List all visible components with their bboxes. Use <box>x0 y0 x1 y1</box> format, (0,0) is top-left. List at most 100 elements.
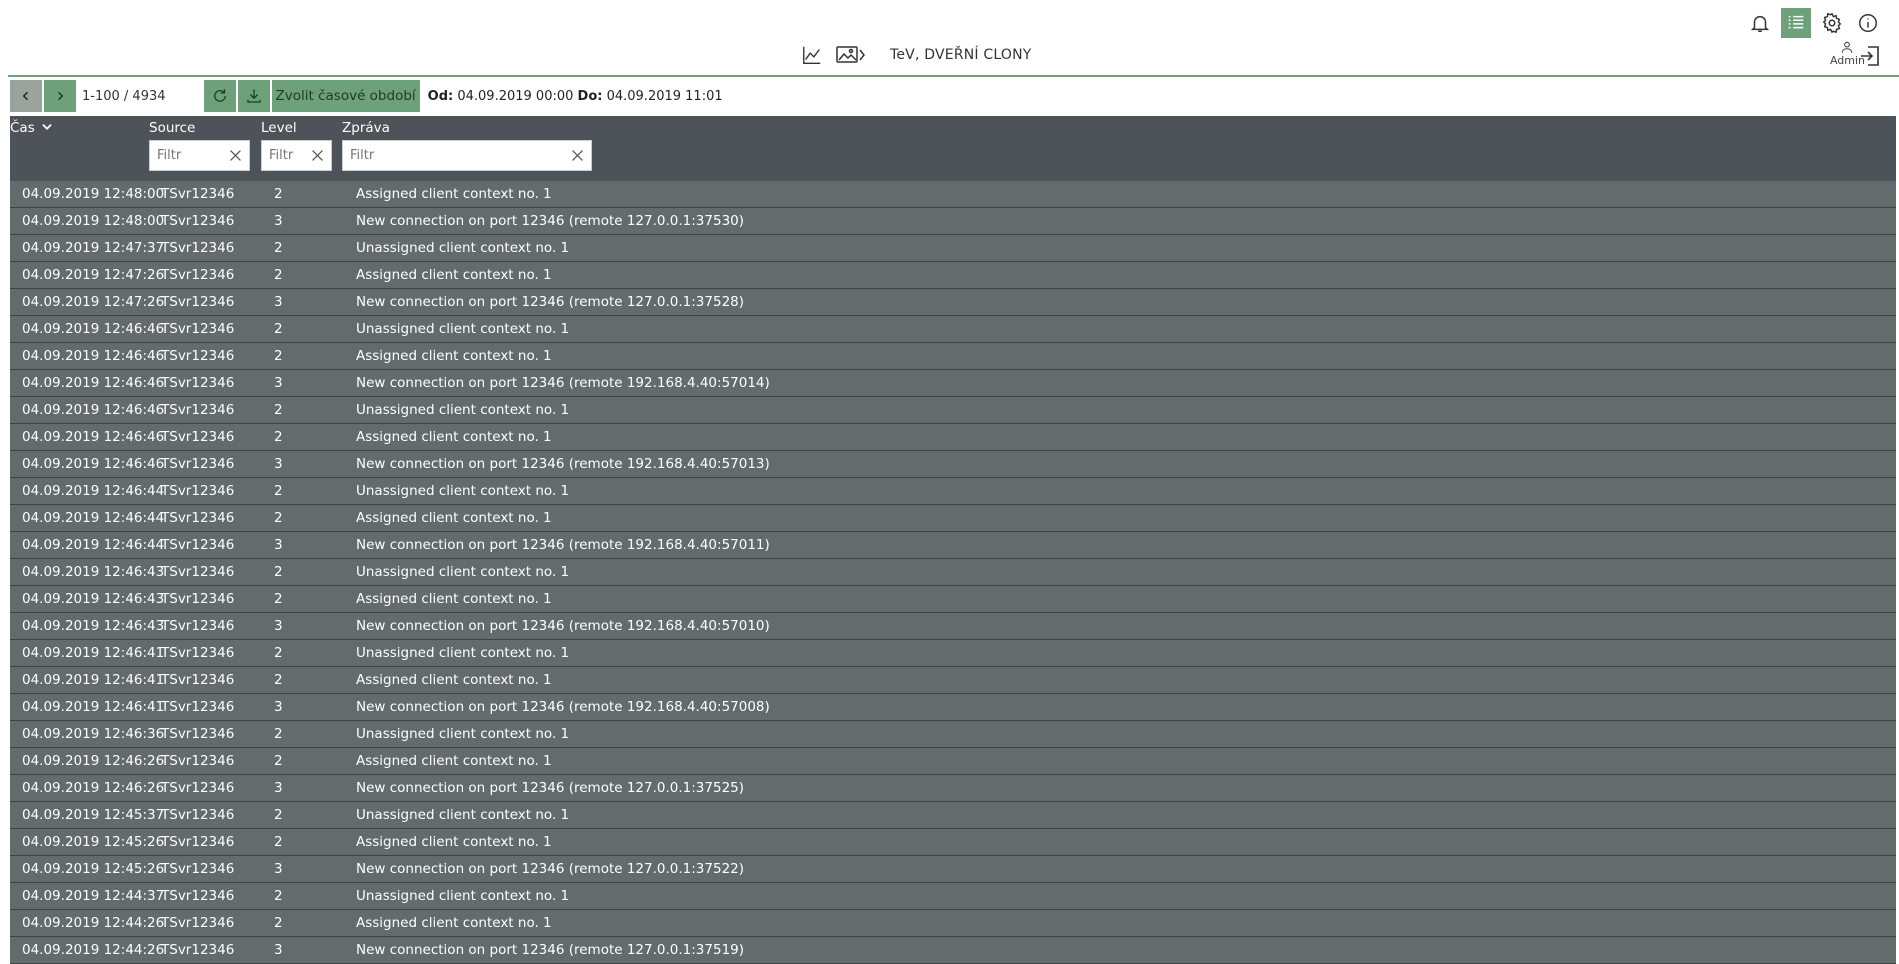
bell-icon[interactable] <box>1745 8 1775 38</box>
table-row[interactable]: 04.09.2019 12:46:46 TSvr12346 3 New connect… <box>10 451 1896 478</box>
table-row[interactable]: 04.09.2019 12:46:26 TSvr12346 3 New connect… <box>10 775 1896 802</box>
download-button[interactable] <box>237 80 270 112</box>
cell-level: 3 <box>274 618 283 634</box>
cell-source: TSvr12346 <box>161 321 235 337</box>
table-row[interactable]: 04.09.2019 12:46:43 TSvr12346 2 Assigned cl… <box>10 586 1896 613</box>
cell-level: 2 <box>274 240 283 256</box>
table-row[interactable]: 04.09.2019 12:47:37 TSvr12346 2 Unassigned … <box>10 235 1896 262</box>
cell-source: TSvr12346 <box>161 402 235 418</box>
cell-source: TSvr12346 <box>161 213 235 229</box>
cell-level: 2 <box>274 267 283 283</box>
cell-source: TSvr12346 <box>161 294 235 310</box>
level-filter <box>261 140 332 171</box>
to-label: Do: <box>577 88 603 104</box>
cell-message: Assigned client context no. 1 <box>356 591 552 607</box>
table-row[interactable]: 04.09.2019 12:48:00 TSvr12346 3 New connect… <box>10 208 1896 235</box>
toolbar: 1-100 / 4934 Zvolit časové období Od: 04… <box>10 80 1899 112</box>
table-row[interactable]: 04.09.2019 12:44:26 TSvr12346 3 New connect… <box>10 937 1896 964</box>
table-row[interactable]: 04.09.2019 12:46:46 TSvr12346 2 Assigned cl… <box>10 424 1896 451</box>
cell-message: Unassigned client context no. 1 <box>356 483 570 499</box>
table-row[interactable]: 04.09.2019 12:46:46 TSvr12346 2 Assigned cl… <box>10 343 1896 370</box>
cell-source: TSvr12346 <box>161 591 235 607</box>
chevron-down-icon[interactable] <box>39 120 55 134</box>
next-page-button[interactable] <box>44 80 76 112</box>
table-row[interactable]: 04.09.2019 12:46:46 TSvr12346 3 New connect… <box>10 370 1896 397</box>
cell-level: 2 <box>274 483 283 499</box>
cell-level: 2 <box>274 564 283 580</box>
message-filter-input[interactable] <box>343 141 591 170</box>
table-row[interactable]: 04.09.2019 12:46:44 TSvr12346 2 Unassigned … <box>10 478 1896 505</box>
cell-message: New connection on port 12346 (remote 192… <box>356 375 770 391</box>
cell-time: 04.09.2019 12:46:46 <box>22 375 165 391</box>
cell-level: 2 <box>274 402 283 418</box>
table-row[interactable]: 04.09.2019 12:46:41 TSvr12346 3 New connect… <box>10 694 1896 721</box>
cell-time: 04.09.2019 12:44:37 <box>22 888 165 904</box>
cell-time: 04.09.2019 12:45:26 <box>22 834 165 850</box>
cell-level: 2 <box>274 915 283 931</box>
cell-source: TSvr12346 <box>161 483 235 499</box>
picture-arrow-icon[interactable] <box>834 44 868 66</box>
to-value: 04.09.2019 11:01 <box>606 88 723 104</box>
table-row[interactable]: 04.09.2019 12:46:41 TSvr12346 2 Assigned cl… <box>10 667 1896 694</box>
table-row[interactable]: 04.09.2019 12:46:46 TSvr12346 2 Unassigned … <box>10 316 1896 343</box>
table-row[interactable]: 04.09.2019 12:45:26 TSvr12346 2 Assigned cl… <box>10 829 1896 856</box>
cell-source: TSvr12346 <box>161 915 235 931</box>
table-row[interactable]: 04.09.2019 12:46:44 TSvr12346 2 Assigned cl… <box>10 505 1896 532</box>
cell-level: 3 <box>274 861 283 877</box>
cell-source: TSvr12346 <box>161 267 235 283</box>
list-icon[interactable] <box>1781 8 1811 38</box>
column-header-time[interactable]: Čas <box>10 120 55 136</box>
logout-icon[interactable] <box>1857 44 1883 68</box>
table-row[interactable]: 04.09.2019 12:44:37 TSvr12346 2 Unassigned … <box>10 883 1896 910</box>
cell-level: 3 <box>274 537 283 553</box>
table-row[interactable]: 04.09.2019 12:46:46 TSvr12346 2 Unassigned … <box>10 397 1896 424</box>
table-row[interactable]: 04.09.2019 12:47:26 TSvr12346 3 New connect… <box>10 289 1896 316</box>
cell-source: TSvr12346 <box>161 456 235 472</box>
table-row[interactable]: 04.09.2019 12:46:26 TSvr12346 2 Assigned cl… <box>10 748 1896 775</box>
cell-time: 04.09.2019 12:46:41 <box>22 699 165 715</box>
table-row[interactable]: 04.09.2019 12:46:41 TSvr12346 2 Unassigned … <box>10 640 1896 667</box>
cell-source: TSvr12346 <box>161 672 235 688</box>
line-chart-icon[interactable] <box>800 44 824 66</box>
source-filter <box>149 140 250 171</box>
choose-period-button[interactable]: Zvolit časové období <box>271 80 420 112</box>
message-filter <box>342 140 592 171</box>
table-row[interactable]: 04.09.2019 12:46:44 TSvr12346 3 New connect… <box>10 532 1896 559</box>
table-row[interactable]: 04.09.2019 12:46:43 TSvr12346 2 Unassigned … <box>10 559 1896 586</box>
table-row[interactable]: 04.09.2019 12:46:36 TSvr12346 2 Unassigned … <box>10 721 1896 748</box>
cell-level: 2 <box>274 672 283 688</box>
cell-message: New connection on port 12346 (remote 192… <box>356 618 770 634</box>
table-row[interactable]: 04.09.2019 12:45:37 TSvr12346 2 Unassigned … <box>10 802 1896 829</box>
cell-time: 04.09.2019 12:44:26 <box>22 915 165 931</box>
cell-level: 2 <box>274 807 283 823</box>
clear-icon[interactable] <box>227 147 244 164</box>
table-row[interactable]: 04.09.2019 12:44:26 TSvr12346 2 Assigned cl… <box>10 910 1896 937</box>
cell-time: 04.09.2019 12:46:43 <box>22 591 165 607</box>
column-header-level: Level <box>261 120 332 171</box>
table-row[interactable]: 04.09.2019 12:46:43 TSvr12346 3 New connect… <box>10 613 1896 640</box>
info-icon[interactable] <box>1853 8 1883 38</box>
clear-icon[interactable] <box>309 147 326 164</box>
cell-level: 2 <box>274 510 283 526</box>
cell-message: Unassigned client context no. 1 <box>356 321 570 337</box>
refresh-button[interactable] <box>203 80 236 112</box>
cell-level: 2 <box>274 348 283 364</box>
cell-source: TSvr12346 <box>161 348 235 364</box>
cell-message: Assigned client context no. 1 <box>356 186 552 202</box>
table-header: Čas Source Level Zpráva <box>10 116 1896 181</box>
cell-level: 3 <box>274 213 283 229</box>
gear-icon[interactable] <box>1817 8 1847 38</box>
table-row[interactable]: 04.09.2019 12:48:00 TSvr12346 2 Assigned cl… <box>10 181 1896 208</box>
chevron-right-icon <box>57 91 64 101</box>
cell-source: TSvr12346 <box>161 780 235 796</box>
table-row[interactable]: 04.09.2019 12:47:26 TSvr12346 2 Assigned cl… <box>10 262 1896 289</box>
cell-source: TSvr12346 <box>161 510 235 526</box>
clear-icon[interactable] <box>569 147 586 164</box>
prev-page-button[interactable] <box>10 80 42 112</box>
cell-level: 3 <box>274 375 283 391</box>
download-icon <box>246 89 261 103</box>
cell-message: New connection on port 12346 (remote 127… <box>356 294 745 310</box>
cell-time: 04.09.2019 12:46:43 <box>22 564 165 580</box>
cell-level: 3 <box>274 456 283 472</box>
table-row[interactable]: 04.09.2019 12:45:26 TSvr12346 3 New connect… <box>10 856 1896 883</box>
